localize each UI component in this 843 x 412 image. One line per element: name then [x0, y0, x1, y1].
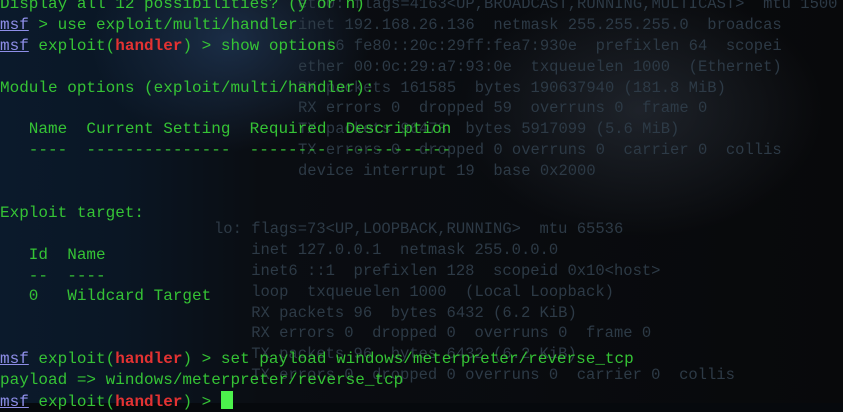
command-line-use: msf > use exploit/multi/handler: [0, 15, 634, 36]
module-name: handler: [115, 36, 183, 55]
active-prompt-line[interactable]: msf exploit(handler) >: [0, 390, 634, 412]
module-options-header: Module options (exploit/multi/handler):: [0, 78, 375, 97]
target-table-row: 0 Wildcard Target: [0, 287, 212, 306]
partial-output-line: Display all 12 possibilities? (y or n): [0, 0, 365, 13]
msf-prompt: msf: [0, 36, 29, 55]
msf-prompt: msf: [0, 15, 29, 34]
target-table-rule: -- ----: [0, 266, 106, 285]
options-table-header: Name Current Setting Required Descriptio…: [0, 120, 452, 139]
use-command: > use exploit/multi/handler: [28, 15, 298, 34]
payload-result-line: payload => windows/meterpreter/reverse_t…: [0, 371, 404, 390]
terminal-output[interactable]: Display all 12 possibilities? (y or n) ms…: [0, 0, 634, 412]
module-name: handler: [115, 392, 183, 411]
module-name: handler: [115, 350, 183, 369]
command-line-show-options: msf exploit(handler) > show options: [0, 36, 337, 55]
target-table-header: Id Name: [0, 245, 106, 264]
show-options-command: show options: [220, 36, 337, 55]
exploit-target-header: Exploit target:: [0, 203, 145, 222]
msf-prompt: msf: [0, 392, 29, 411]
msf-prompt: msf: [0, 350, 29, 369]
options-table-rule: ---- --------------- -------- ----------…: [0, 141, 452, 160]
set-payload-command: set payload windows/meterpreter/reverse_…: [220, 350, 634, 369]
command-line-set-payload: msf exploit(handler) > set payload windo…: [0, 350, 634, 369]
text-cursor[interactable]: [220, 390, 233, 409]
